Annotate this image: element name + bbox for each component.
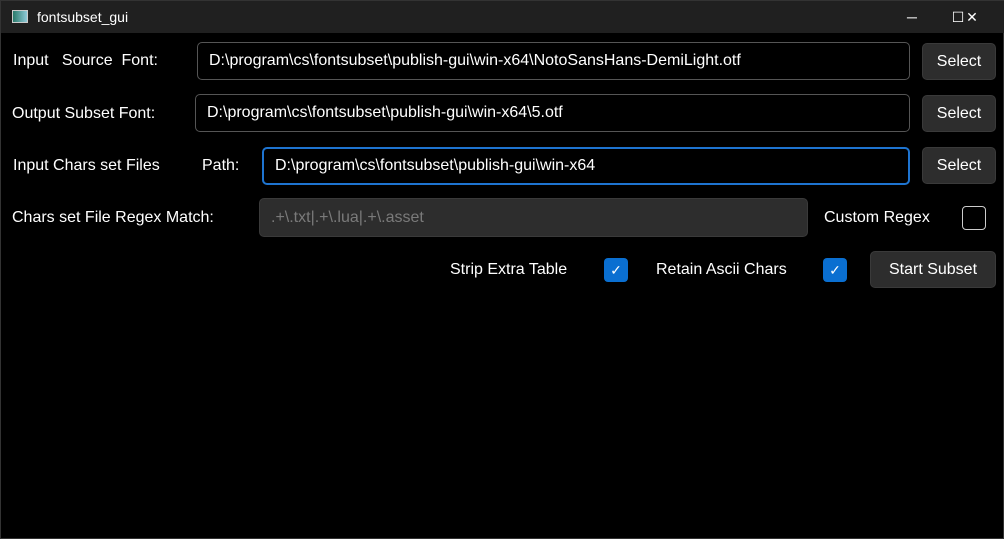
regex-label: Chars set File Regex Match: bbox=[12, 209, 214, 226]
source-font-label: Input Source Font: bbox=[13, 52, 158, 69]
minimize-button[interactable]: ─ bbox=[889, 1, 935, 33]
chars-files-label: Input Chars set Files bbox=[13, 157, 160, 174]
retain-ascii-label: Retain Ascii Chars bbox=[656, 261, 787, 278]
chars-select-button[interactable]: Select bbox=[922, 147, 996, 184]
strip-extra-table-label: Strip Extra Table bbox=[450, 261, 568, 278]
window-title: fontsubset_gui bbox=[37, 9, 129, 25]
strip-extra-table-checkbox[interactable]: ✓ bbox=[604, 258, 628, 282]
app-icon bbox=[12, 10, 28, 23]
close-button[interactable]: ✕ bbox=[949, 1, 995, 33]
check-icon: ✓ bbox=[610, 261, 622, 278]
custom-regex-checkbox[interactable] bbox=[962, 206, 986, 230]
regex-input[interactable]: .+\.txt|.+\.lua|.+\.asset bbox=[259, 198, 808, 237]
custom-regex-label: Custom Regex bbox=[824, 209, 930, 226]
source-select-button[interactable]: Select bbox=[922, 43, 996, 80]
start-subset-button[interactable]: Start Subset bbox=[870, 251, 996, 288]
title-bar: fontsubset_gui ─ ☐ ✕ bbox=[1, 1, 1004, 33]
check-icon: ✓ bbox=[829, 261, 841, 278]
chars-path-label: Path: bbox=[202, 157, 240, 174]
chars-path-input[interactable]: D:\program\cs\fontsubset\publish-gui\win… bbox=[262, 147, 910, 185]
retain-ascii-checkbox[interactable]: ✓ bbox=[823, 258, 847, 282]
output-font-input[interactable]: D:\program\cs\fontsubset\publish-gui\win… bbox=[195, 94, 910, 132]
output-select-button[interactable]: Select bbox=[922, 95, 996, 132]
output-font-label: Output Subset Font: bbox=[12, 105, 156, 122]
source-font-input[interactable]: D:\program\cs\fontsubset\publish-gui\win… bbox=[197, 42, 910, 80]
